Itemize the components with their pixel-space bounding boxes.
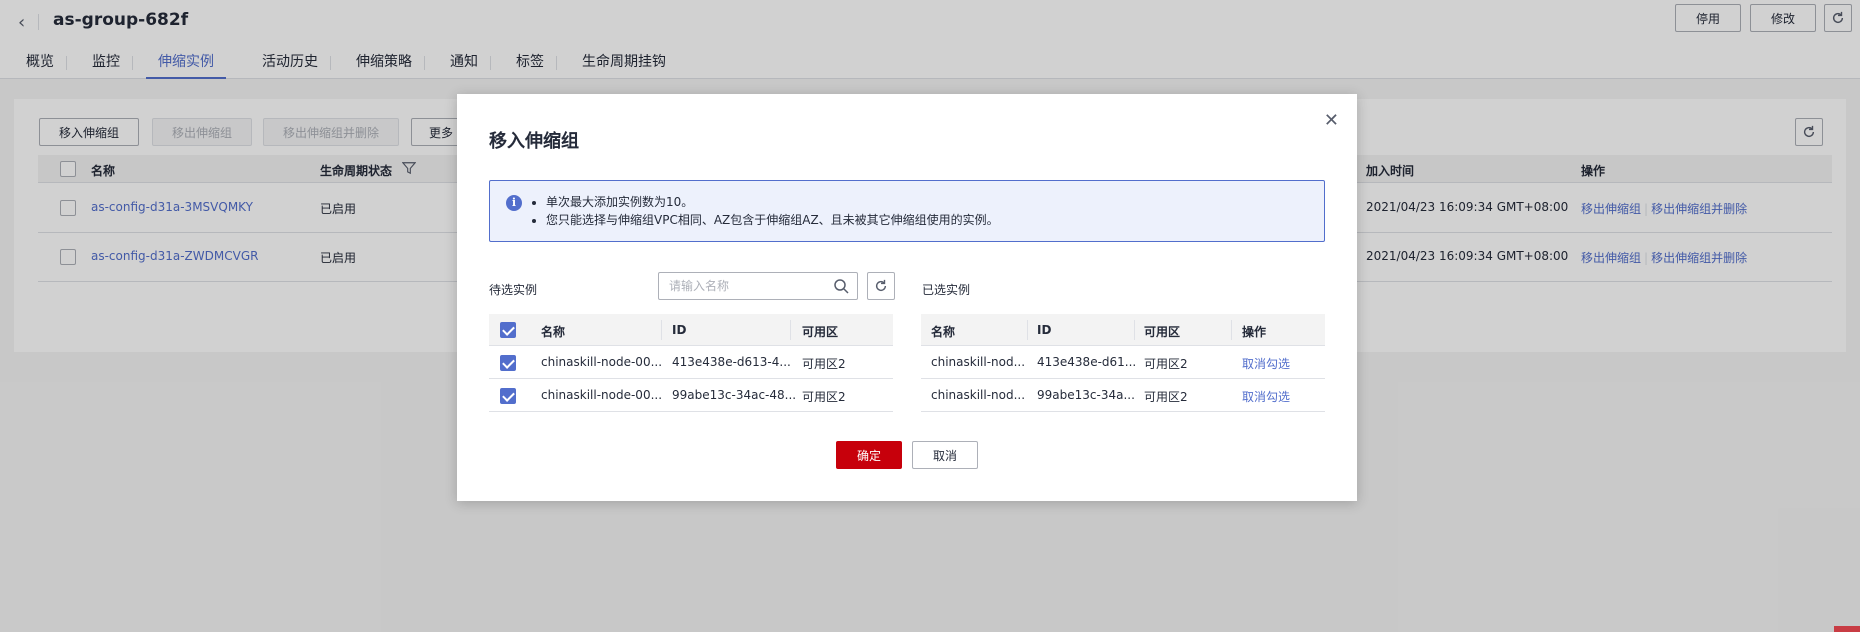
uncheck-link[interactable]: 取消勾选 <box>1242 355 1290 372</box>
search-input[interactable] <box>669 278 819 294</box>
column-name: 名称 <box>931 325 956 339</box>
instance-name: chinaskill-nod... <box>931 388 1026 402</box>
table-row: chinaskill-node-00... 99abe13c-34ac-48..… <box>489 379 893 412</box>
selected-table-header: 名称 ID 可用区 操作 <box>921 314 1325 346</box>
confirm-button[interactable]: 确定 <box>836 441 902 469</box>
info-item: 您只能选择与伸缩组VPC相同、AZ包含于伸缩组AZ、且未被其它伸缩组使用的实例。 <box>546 211 999 229</box>
column-az: 可用区 <box>1144 325 1181 339</box>
dialog-title: 移入伸缩组 <box>489 131 579 152</box>
selected-instances-label: 已选实例 <box>922 283 971 297</box>
move-in-dialog: 移入伸缩组 ✕ i 单次最大添加实例数为10。 您只能选择与伸缩组VPC相同、A… <box>457 94 1357 501</box>
search-box <box>658 272 858 300</box>
table-row: chinaskill-nod... 99abe13c-34a... 可用区2 取… <box>921 379 1325 412</box>
availability-zone: 可用区2 <box>802 390 846 404</box>
search-icon[interactable] <box>833 278 849 294</box>
availability-zone: 可用区2 <box>802 357 846 371</box>
instance-name: chinaskill-nod... <box>931 355 1026 369</box>
column-id: ID <box>672 323 687 337</box>
instance-id: 99abe13c-34ac-48... <box>672 388 797 402</box>
available-instances-label: 待选实例 <box>489 283 538 297</box>
availability-zone: 可用区2 <box>1144 390 1188 404</box>
instance-id: 413e438e-d61... <box>1037 355 1137 369</box>
table-row: chinaskill-node-00... 413e438e-d613-4...… <box>489 346 893 379</box>
availability-zone: 可用区2 <box>1144 357 1188 371</box>
uncheck-link[interactable]: 取消勾选 <box>1242 388 1290 405</box>
select-all-checkbox[interactable] <box>500 322 516 338</box>
table-row: chinaskill-nod... 413e438e-d61... 可用区2 取… <box>921 346 1325 379</box>
refresh-icon[interactable] <box>867 272 895 300</box>
info-notice: i 单次最大添加实例数为10。 您只能选择与伸缩组VPC相同、AZ包含于伸缩组A… <box>489 180 1325 242</box>
column-id: ID <box>1037 323 1052 337</box>
column-name: 名称 <box>541 325 566 339</box>
feedback-tab[interactable] <box>1834 626 1860 632</box>
instance-name: chinaskill-node-00... <box>541 388 663 402</box>
available-table-header: 名称 ID 可用区 <box>489 314 893 346</box>
instance-name: chinaskill-node-00... <box>541 355 663 369</box>
instance-id: 413e438e-d613-4... <box>672 355 791 369</box>
column-action: 操作 <box>1242 325 1267 339</box>
row-checkbox[interactable] <box>500 388 516 404</box>
row-checkbox[interactable] <box>500 355 516 371</box>
cancel-button[interactable]: 取消 <box>912 441 978 469</box>
info-item: 单次最大添加实例数为10。 <box>546 193 999 211</box>
close-icon[interactable]: ✕ <box>1324 110 1339 131</box>
instance-id: 99abe13c-34a... <box>1037 388 1135 402</box>
column-az: 可用区 <box>802 325 839 339</box>
info-icon: i <box>506 195 522 211</box>
